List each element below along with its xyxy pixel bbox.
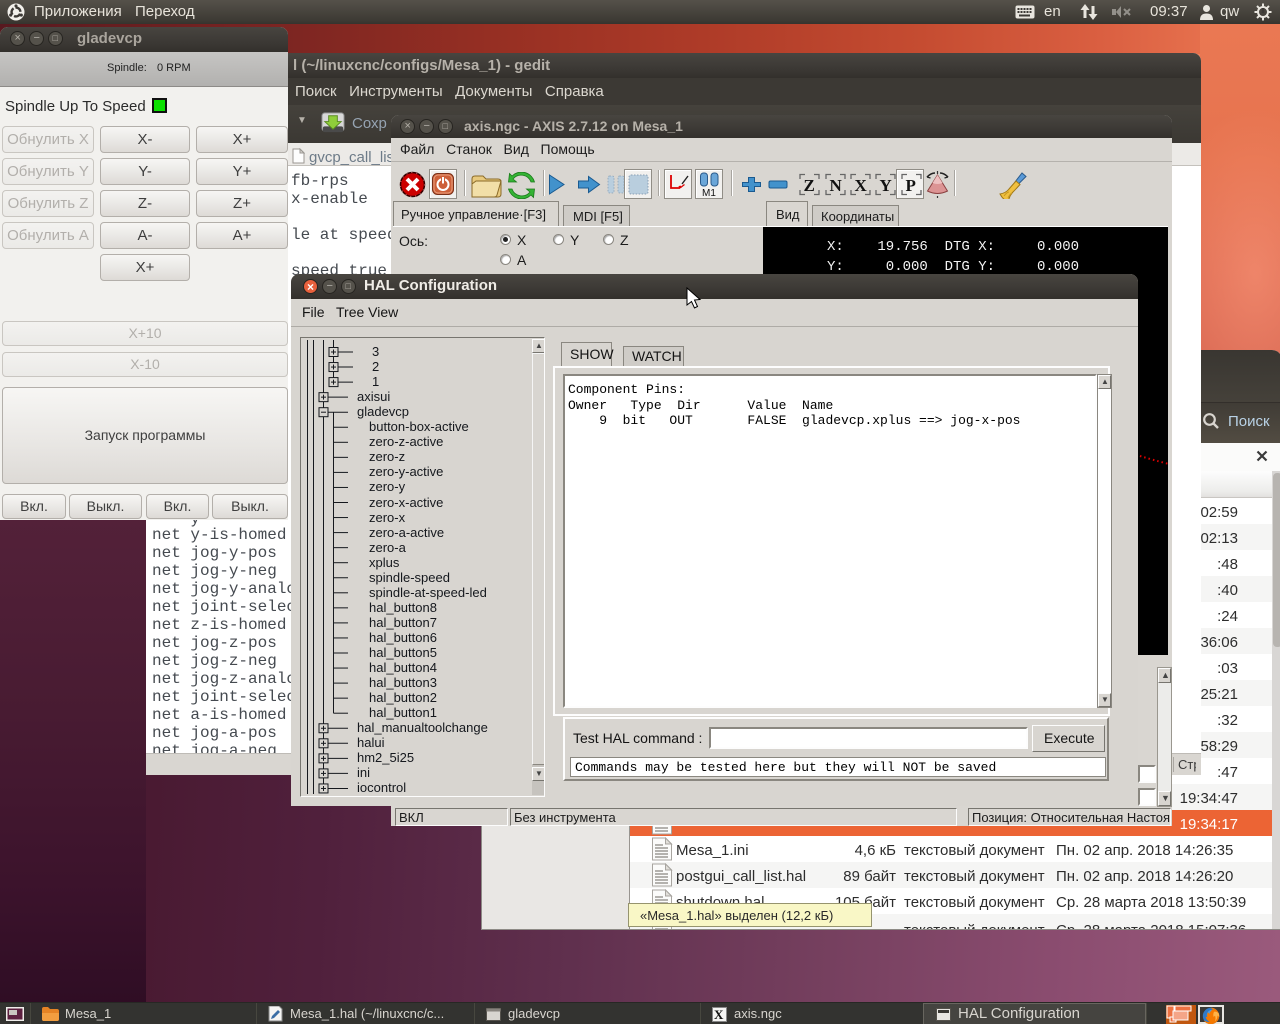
svg-text:P: P — [906, 176, 916, 195]
svg-text:X: X — [855, 176, 868, 195]
svg-text:N: N — [830, 176, 843, 195]
svg-text:X: X — [714, 1007, 724, 1022]
svg-text:Z: Z — [804, 176, 815, 195]
svg-text:Y: Y — [880, 176, 892, 195]
svg-text:M1: M1 — [702, 188, 716, 197]
